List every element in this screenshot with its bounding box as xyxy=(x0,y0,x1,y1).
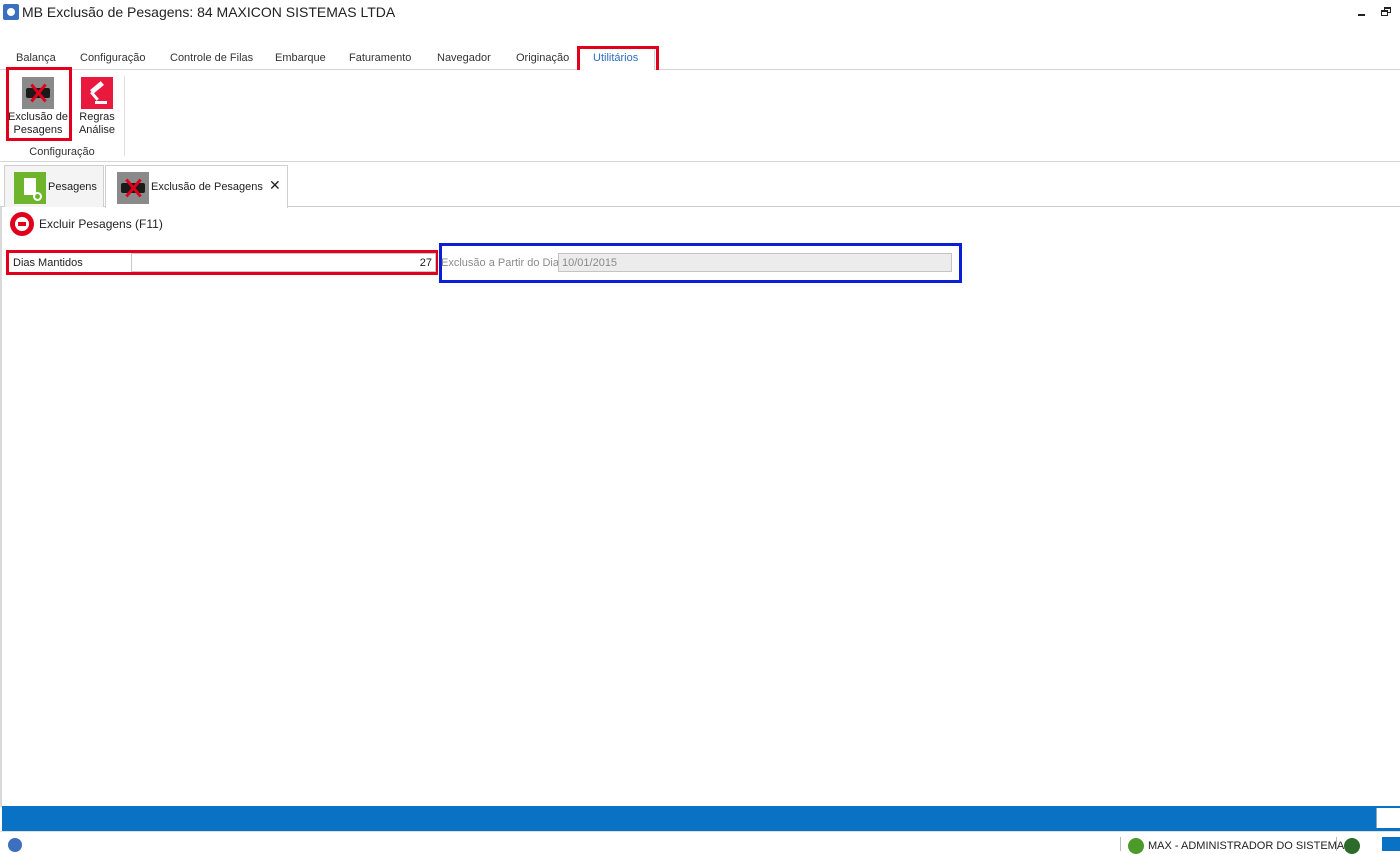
content-area xyxy=(0,207,1400,807)
tab-originacao[interactable]: Originação xyxy=(516,52,569,64)
power-icon[interactable] xyxy=(1344,838,1360,854)
dias-mantidos-label: Dias Mantidos xyxy=(13,257,83,269)
ribbon-tab-bar: Balança Configuração Controle de Filas E… xyxy=(0,46,1400,71)
tab-configuracao[interactable]: Configuração xyxy=(80,52,145,64)
delete-icon xyxy=(10,212,34,236)
doc-tab-pesagens-label: Pesagens xyxy=(48,181,97,193)
minimize-button[interactable] xyxy=(1354,4,1370,20)
close-tab-icon[interactable]: ✕ xyxy=(269,177,281,194)
ribbon-group-label: Configuração xyxy=(29,146,95,158)
truck-delete-icon xyxy=(117,172,149,204)
gavel-icon xyxy=(81,77,113,109)
regras-analise-label: Regras Análise xyxy=(78,111,116,136)
progress-bar-area xyxy=(2,806,1400,831)
highlight-exclusao-button xyxy=(6,67,72,141)
app-icon xyxy=(3,4,19,20)
regras-analise-button[interactable]: Regras Análise xyxy=(65,75,129,141)
ribbon-body: Exclusão de Pesagens Regras Análise Conf… xyxy=(0,70,1400,162)
status-separator xyxy=(1336,837,1337,851)
exclusao-data-input xyxy=(558,253,952,272)
title-bar: MB Exclusão de Pesagens: 84 MAXICON SIST… xyxy=(0,0,1400,25)
bar-end-box xyxy=(1376,808,1400,828)
status-user: MAX - ADMINISTRADOR DO SISTEMA xyxy=(1148,840,1345,852)
status-end-block xyxy=(1382,837,1400,851)
status-separator xyxy=(1120,837,1121,851)
ribbon-group-separator xyxy=(124,76,125,156)
doc-tab-exclusao-label: Exclusão de Pesagens xyxy=(151,181,263,193)
tab-balanca[interactable]: Balança xyxy=(16,52,56,64)
doc-tab-pesagens[interactable]: Pesagens xyxy=(4,165,104,207)
restore-button[interactable] xyxy=(1378,4,1394,20)
document-gear-icon xyxy=(14,172,46,204)
user-icon xyxy=(1128,838,1144,854)
tab-faturamento[interactable]: Faturamento xyxy=(349,52,411,64)
status-bar: MAX - ADMINISTRADOR DO SISTEMA xyxy=(0,831,1400,854)
tab-navegador[interactable]: Navegador xyxy=(437,52,491,64)
tab-controle-de-filas[interactable]: Controle de Filas xyxy=(170,52,253,64)
excluir-pesagens-label: Excluir Pesagens (F11) xyxy=(39,217,163,231)
window-title: MB Exclusão de Pesagens: 84 MAXICON SIST… xyxy=(22,4,396,20)
doc-tab-exclusao-pesagens[interactable]: Exclusão de Pesagens ✕ xyxy=(105,165,288,208)
dias-mantidos-input[interactable] xyxy=(131,253,436,272)
tab-embarque[interactable]: Embarque xyxy=(275,52,326,64)
exclusao-data-label: Exclusão a Partir do Dia xyxy=(441,257,559,269)
document-tab-bar: Pesagens Exclusão de Pesagens ✕ xyxy=(0,162,1400,208)
